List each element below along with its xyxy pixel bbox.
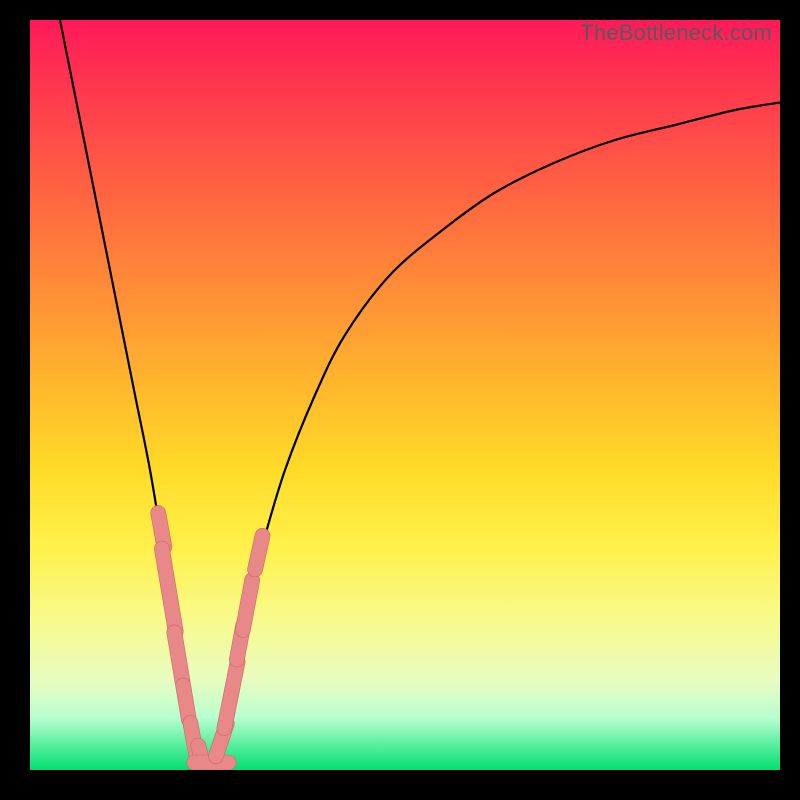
data-bead <box>234 571 261 639</box>
plot-area: TheBottleneck.com <box>30 20 780 770</box>
chart-frame: TheBottleneck.com <box>0 0 800 800</box>
bead-group <box>149 504 271 770</box>
data-bead <box>216 653 247 737</box>
bottleneck-curve <box>60 20 780 770</box>
curve-svg <box>30 20 780 770</box>
data-bead <box>246 527 271 579</box>
data-bead <box>153 540 184 640</box>
